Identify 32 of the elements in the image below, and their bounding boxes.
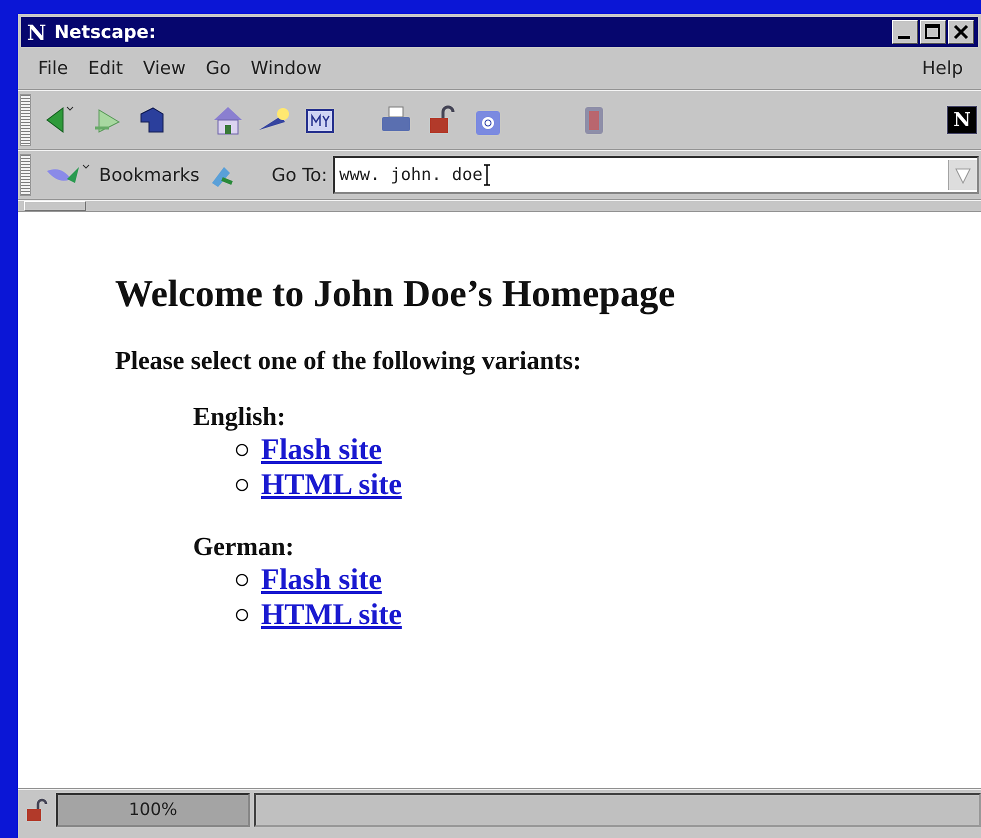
site-link[interactable]: Flash site xyxy=(261,432,382,466)
collapsed-toolbar-tab[interactable] xyxy=(24,201,86,211)
bullet-icon xyxy=(235,572,249,586)
app-logo: N xyxy=(27,20,46,44)
text-cursor-icon xyxy=(482,164,491,186)
netscape-logo[interactable]: N xyxy=(947,106,977,134)
page-heading: Welcome to John Doe’s Homepage xyxy=(115,272,676,316)
window-title: Netscape: xyxy=(54,22,157,42)
menu-item[interactable]: Go xyxy=(196,58,241,78)
bullet-icon xyxy=(235,442,249,456)
site-link[interactable]: Flash site xyxy=(261,562,382,596)
menu-item[interactable]: File xyxy=(28,58,78,78)
close-icon[interactable] xyxy=(948,20,974,44)
menu-item[interactable]: Help xyxy=(912,58,973,78)
minimize-icon[interactable] xyxy=(892,20,918,44)
toolbar-grip[interactable] xyxy=(20,94,31,146)
menu-item[interactable]: Window xyxy=(240,58,332,78)
url-field[interactable]: www. john. doe xyxy=(333,156,979,194)
bookmarks-button[interactable]: Bookmarks xyxy=(99,164,200,186)
site-link[interactable]: HTML site xyxy=(261,468,402,502)
bullet-icon xyxy=(235,608,249,622)
site-link[interactable]: HTML site xyxy=(261,598,402,632)
bullet-icon xyxy=(235,478,249,492)
menu-item[interactable]: View xyxy=(132,58,196,78)
language-label: German: xyxy=(193,532,296,562)
go-to-label: Go To: xyxy=(272,164,328,186)
language-label: English: xyxy=(193,402,286,432)
page-subheading: Please select one of the following variants: xyxy=(115,346,582,376)
toolbar-grip[interactable] xyxy=(20,154,31,196)
progress-indicator: 100% xyxy=(56,793,250,827)
maximize-icon[interactable] xyxy=(920,20,946,44)
menu-item[interactable]: Edit xyxy=(78,58,133,78)
